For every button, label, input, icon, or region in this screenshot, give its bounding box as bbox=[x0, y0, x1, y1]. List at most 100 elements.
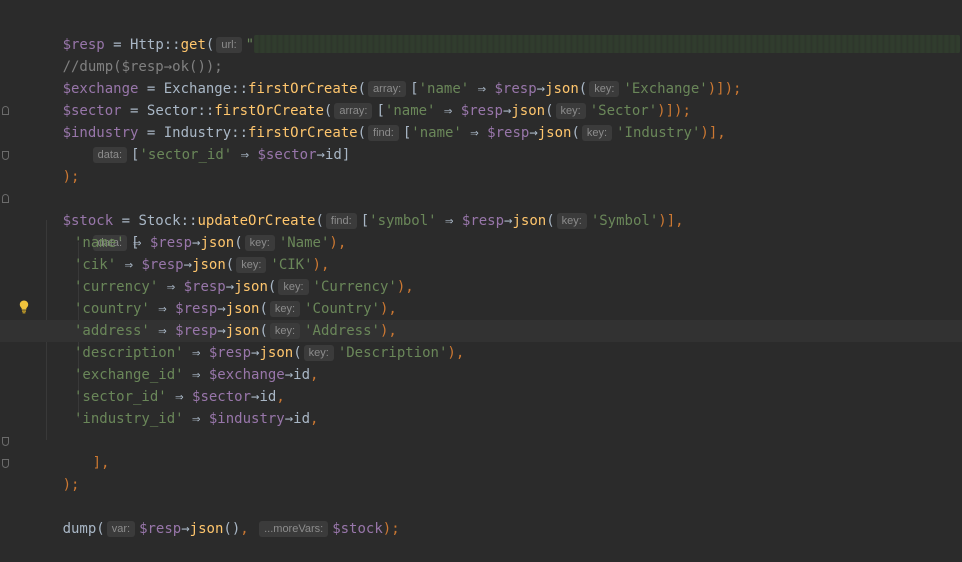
token-function: json bbox=[189, 521, 224, 537]
parameter-hint-key: key: bbox=[269, 323, 301, 339]
token-string: 'cik' bbox=[74, 257, 117, 273]
token-object-arrow: → bbox=[284, 367, 294, 383]
code-line-5[interactable]: $industry = Industry::firstOrCreate(find… bbox=[0, 100, 962, 141]
parameter-hint-key: key: bbox=[303, 345, 334, 361]
code-line-20[interactable]: ], bbox=[0, 430, 962, 471]
token-function-call: dump bbox=[62, 521, 97, 537]
token-double-arrow: ⇒ bbox=[183, 345, 209, 361]
token-double-arrow: ⇒ bbox=[158, 279, 184, 295]
token-comma: , bbox=[310, 411, 319, 427]
token-string: 'sector_id' bbox=[74, 389, 167, 405]
token-close: ), bbox=[329, 235, 347, 251]
token-object-arrow: → bbox=[181, 521, 190, 537]
token-string: 'exchange_id' bbox=[74, 367, 184, 383]
parameter-hint-key: key: bbox=[278, 279, 309, 295]
token-string: 'Name' bbox=[278, 235, 330, 251]
token-comma: , bbox=[310, 367, 319, 383]
token-paren: ( bbox=[259, 323, 268, 339]
code-line-21[interactable]: ); bbox=[0, 452, 962, 493]
token-variable: $sector bbox=[192, 389, 252, 405]
code-line-7[interactable]: ); bbox=[0, 144, 962, 185]
token-property: id bbox=[259, 389, 277, 405]
token-paren: ( bbox=[259, 301, 268, 317]
token-comma: , bbox=[276, 389, 285, 405]
token-paren: ( bbox=[225, 257, 235, 273]
code-line-2[interactable]: //dump($resp→ok()); bbox=[0, 34, 962, 75]
parameter-hint-key: key: bbox=[244, 235, 275, 251]
token-close: ); bbox=[382, 521, 400, 537]
fold-marker-icon[interactable] bbox=[2, 151, 9, 160]
token-close: ), bbox=[312, 257, 330, 273]
token-paren: ( bbox=[96, 521, 105, 537]
token-double-arrow: ⇒ bbox=[124, 235, 150, 251]
token-comma: , bbox=[240, 521, 258, 537]
code-line-3[interactable]: $exchange = Exchange::firstOrCreate(arra… bbox=[0, 56, 962, 97]
fold-marker-icon[interactable] bbox=[2, 194, 9, 203]
token-call: () bbox=[223, 521, 241, 537]
token-paren: ( bbox=[293, 345, 302, 361]
token-close: ); bbox=[62, 477, 80, 493]
fold-marker-icon[interactable] bbox=[2, 437, 9, 446]
token-function: json bbox=[225, 301, 260, 317]
token-string: 'CIK' bbox=[270, 257, 313, 273]
token-string: 'name' bbox=[74, 235, 125, 251]
parameter-hint-var: var: bbox=[106, 521, 136, 537]
token-double-arrow: ⇒ bbox=[183, 411, 209, 427]
token-string: 'Currency' bbox=[312, 279, 397, 295]
code-line-10[interactable]: data:[ bbox=[0, 210, 962, 251]
token-object-arrow: → bbox=[284, 411, 294, 427]
token-function: json bbox=[259, 345, 294, 361]
token-double-arrow: ⇒ bbox=[149, 301, 176, 317]
data-entry-line[interactable]: 'description' ⇒ $resp→json(key: 'Descript… bbox=[0, 342, 962, 364]
data-entry-line[interactable]: 'exchange_id' ⇒ $exchange→id, bbox=[0, 364, 962, 386]
code-line-4[interactable]: $sector = Sector::firstOrCreate(array: ['… bbox=[0, 78, 962, 119]
data-entry-line[interactable]: 'country' ⇒ $resp→json(key: 'Country'), bbox=[0, 298, 962, 320]
token-function: json bbox=[200, 235, 235, 251]
token-object-arrow: → bbox=[217, 323, 226, 339]
token-function: json bbox=[192, 257, 226, 273]
token-property: id bbox=[293, 367, 311, 383]
token-variable: $resp bbox=[141, 257, 184, 273]
parameter-hint-key: key: bbox=[269, 301, 301, 317]
parameter-hint-key: key: bbox=[236, 257, 267, 273]
token-variable: $resp bbox=[175, 301, 218, 317]
data-entry-line[interactable]: 'industry_id' ⇒ $industry→id, bbox=[0, 408, 962, 430]
token-variable: $industry bbox=[208, 411, 285, 427]
token-close: ), bbox=[379, 323, 397, 339]
token-variable: $resp bbox=[175, 323, 218, 339]
token-double-arrow: ⇒ bbox=[166, 389, 193, 405]
token-variable: $stock bbox=[332, 521, 383, 537]
token-object-arrow: → bbox=[225, 279, 235, 295]
token-paren: ( bbox=[267, 279, 277, 295]
token-variable: $resp bbox=[208, 345, 252, 361]
fold-marker-icon[interactable] bbox=[2, 459, 9, 468]
token-object-arrow: → bbox=[183, 257, 193, 273]
token-double-arrow: ⇒ bbox=[149, 323, 176, 339]
data-entry-line[interactable]: 'currency' ⇒ $resp→json(key: 'Currency'), bbox=[0, 276, 962, 298]
data-entry-line[interactable]: 'name' ⇒ $resp→json(key: 'Name'), bbox=[0, 232, 962, 254]
token-string: 'address' bbox=[74, 323, 150, 339]
token-variable: $resp bbox=[149, 235, 193, 251]
token-property: id bbox=[293, 411, 311, 427]
token-close: ), bbox=[447, 345, 465, 361]
code-line-1[interactable]: $resp = Http::get(url:"); bbox=[0, 12, 962, 53]
token-string: 'Address' bbox=[304, 323, 380, 339]
data-entry-line[interactable]: 'cik' ⇒ $resp→json(key: 'CIK'), bbox=[0, 254, 962, 276]
token-paren: ( bbox=[234, 235, 243, 251]
data-entry-line[interactable]: 'sector_id' ⇒ $sector→id, bbox=[0, 386, 962, 408]
code-line-9[interactable]: $stock = Stock::updateOrCreate(find: ['sy… bbox=[0, 188, 962, 229]
token-variable: $exchange bbox=[208, 367, 285, 383]
data-entry-line[interactable]: 'address' ⇒ $resp→json(key: 'Address'), bbox=[0, 320, 962, 342]
parameter-hint-more-vars: ...moreVars: bbox=[259, 521, 329, 537]
token-close: ), bbox=[379, 301, 397, 317]
token-double-arrow: ⇒ bbox=[116, 257, 142, 273]
token-string: 'industry_id' bbox=[74, 411, 184, 427]
code-editor[interactable]: $resp = Http::get(url:"); //dump($resp→o… bbox=[0, 0, 962, 537]
code-line-6[interactable]: data: ['sector_id' ⇒ $sector→id] bbox=[0, 122, 962, 163]
lightbulb-icon[interactable] bbox=[19, 300, 29, 314]
token-string: 'description' bbox=[74, 345, 184, 361]
token-string: 'currency' bbox=[74, 279, 159, 295]
token-variable: $resp bbox=[183, 279, 226, 295]
fold-marker-icon[interactable] bbox=[2, 106, 9, 115]
code-line-23[interactable]: dump(var: $resp→json(), ...moreVars: $stoc… bbox=[0, 496, 962, 537]
